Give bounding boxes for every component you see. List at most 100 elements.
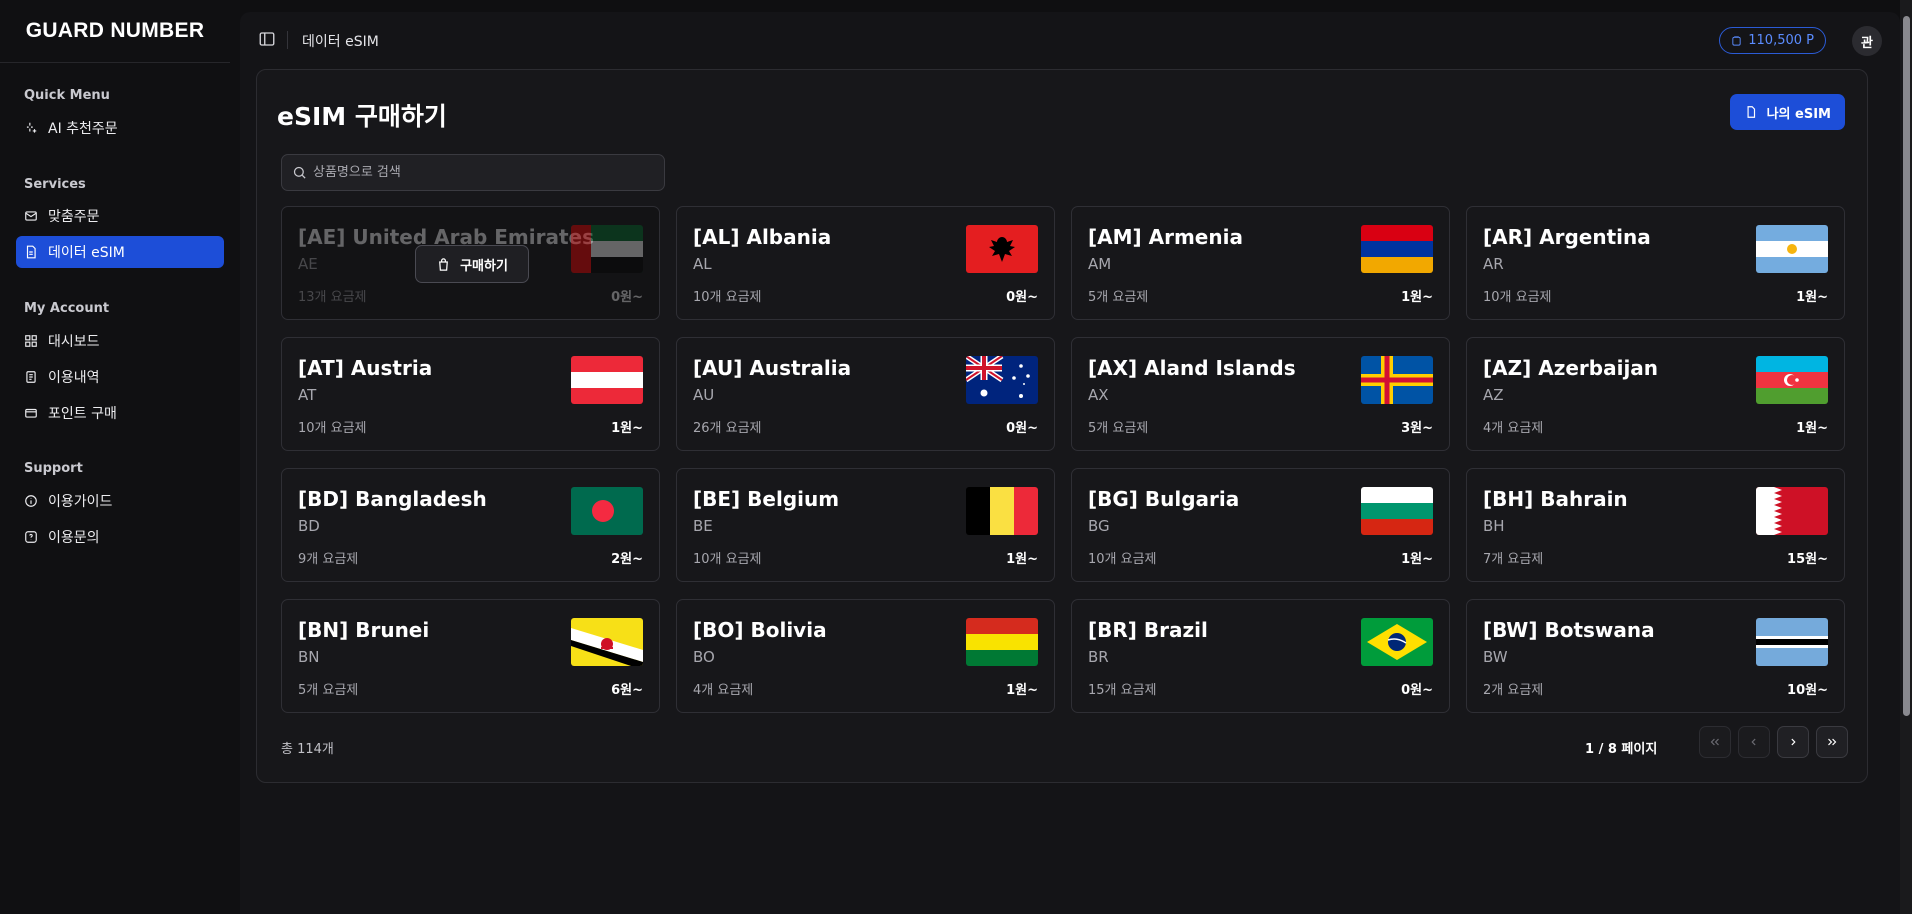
product-name: [AT] Austria: [298, 356, 433, 380]
page-title: eSIM 구매하기: [277, 102, 447, 131]
sidebar-item-label: 대시보드: [48, 334, 100, 350]
product-card-bg[interactable]: [BG] Bulgaria BG 10개 요금제 1원~: [1071, 468, 1450, 582]
sidebar-item-guide[interactable]: 이용가이드: [16, 485, 224, 517]
product-card-bd[interactable]: [BD] Bangladesh BD 9개 요금제 2원~: [281, 468, 660, 582]
sidebar-item-history[interactable]: 이용내역: [16, 361, 224, 393]
last-page-button[interactable]: [1816, 726, 1848, 758]
main-area: 데이터 eSIM 110,500 P 관 eSIM 구매하기 나의 eSIM […: [240, 12, 1900, 914]
price: 1원~: [611, 421, 643, 436]
product-card-ae[interactable]: [AE] United Arab Emirates AE 13개 요금제 0원~ 구매하…: [281, 206, 660, 320]
flag-az-icon: [1756, 356, 1828, 404]
my-esim-label: 나의 eSIM: [1766, 106, 1831, 122]
product-card-al[interactable]: [AL] Albania AL 10개 요금제 0원~: [676, 206, 1055, 320]
flag-bn-icon: [571, 618, 643, 666]
flag-al-icon: [966, 225, 1038, 273]
topbar: 데이터 eSIM 110,500 P 관: [240, 12, 1900, 69]
file-icon: [24, 245, 38, 259]
sidebar-item-buy-points[interactable]: 포인트 구매: [16, 397, 224, 429]
chevron-right-icon: [1791, 738, 1796, 746]
divider: [287, 31, 288, 49]
product-card-be[interactable]: [BE] Belgium BE 10개 요금제 1원~: [676, 468, 1055, 582]
product-name: [BO] Bolivia: [693, 618, 827, 642]
product-card-bw[interactable]: [BW] Botswana BW 2개 요금제 10원~: [1466, 599, 1845, 713]
breadcrumb: 데이터 eSIM: [302, 34, 379, 50]
grid-icon: [24, 334, 38, 348]
sidebar-item-label: 이용가이드: [48, 494, 113, 510]
plan-count: 26개 요금제: [693, 421, 762, 436]
product-card-at[interactable]: [AT] Austria AT 10개 요금제 1원~: [281, 337, 660, 451]
plan-count: 5개 요금제: [1088, 290, 1149, 305]
product-name: [BD] Bangladesh: [298, 487, 487, 511]
product-name: [BE] Belgium: [693, 487, 840, 511]
plan-count: 2개 요금제: [1483, 683, 1544, 698]
plan-count: 13개 요금제: [298, 290, 367, 305]
product-card-bo[interactable]: [BO] Bolivia BO 4개 요금제 1원~: [676, 599, 1055, 713]
price: 0원~: [611, 290, 643, 305]
price: 1원~: [1006, 683, 1038, 698]
product-code: AL: [693, 255, 712, 273]
sidebar-item-label: 맞춤주문: [48, 209, 100, 225]
brand-logo[interactable]: GUARD NUMBER: [0, 0, 230, 63]
product-code: AT: [298, 386, 317, 404]
plan-count: 4개 요금제: [1483, 421, 1544, 436]
flag-ax-icon: [1361, 356, 1433, 404]
page-info: 1 / 8 페이지: [1585, 742, 1658, 757]
price: 3원~: [1401, 421, 1433, 436]
search-input[interactable]: [313, 165, 653, 180]
product-card-bh[interactable]: [BH] Bahrain BH 7개 요금제 15원~: [1466, 468, 1845, 582]
plan-count: 4개 요금제: [693, 683, 754, 698]
product-card-ax[interactable]: [AX] Aland Islands AX 5개 요금제 3원~: [1071, 337, 1450, 451]
sidebar-item-data-esim[interactable]: 데이터 eSIM: [16, 236, 224, 268]
section-title-services: Services: [24, 177, 86, 192]
search-box[interactable]: [281, 154, 665, 191]
prev-page-button[interactable]: [1738, 726, 1770, 758]
product-card-au[interactable]: [AU] Australia AU 26개 요금제 0원~: [676, 337, 1055, 451]
product-code: BW: [1483, 648, 1508, 666]
sidebar-item-custom-order[interactable]: 맞춤주문: [16, 200, 224, 232]
buy-button[interactable]: 구매하기: [415, 245, 529, 283]
sidebar-item-inquiry[interactable]: 이용문의: [16, 521, 224, 553]
product-name: [AM] Armenia: [1088, 225, 1243, 249]
product-card-ar[interactable]: [AR] Argentina AR 10개 요금제 1원~: [1466, 206, 1845, 320]
flag-bw-icon: [1756, 618, 1828, 666]
plan-count: 5개 요금제: [298, 683, 359, 698]
price: 2원~: [611, 552, 643, 567]
product-code: BE: [693, 517, 713, 535]
plan-count: 10개 요금제: [1483, 290, 1552, 305]
points-badge[interactable]: 110,500 P: [1719, 27, 1826, 54]
flag-am-icon: [1361, 225, 1433, 273]
product-code: AR: [1483, 255, 1504, 273]
first-page-button[interactable]: [1699, 726, 1731, 758]
avatar[interactable]: 관: [1852, 26, 1882, 56]
sim-card-icon: [1747, 106, 1755, 118]
shopping-bag-icon: [439, 257, 449, 271]
product-card-bn[interactable]: [BN] Brunei BN 5개 요금제 6원~: [281, 599, 660, 713]
product-name: [BR] Brazil: [1088, 618, 1208, 642]
sidebar-toggle-icon[interactable]: [258, 30, 276, 48]
price: 0원~: [1006, 421, 1038, 436]
product-card-am[interactable]: [AM] Armenia AM 5개 요금제 1원~: [1071, 206, 1450, 320]
sidebar-item-dashboard[interactable]: 대시보드: [16, 325, 224, 357]
sidebar-item-ai-order[interactable]: AI 추천주문: [16, 112, 224, 144]
esim-panel: eSIM 구매하기 나의 eSIM [AE] United Arab Emira…: [256, 69, 1868, 783]
product-card-az[interactable]: [AZ] Azerbaijan AZ 4개 요금제 1원~: [1466, 337, 1845, 451]
chevrons-left-icon: [1710, 738, 1719, 746]
plan-count: 5개 요금제: [1088, 421, 1149, 436]
receipt-icon: [24, 370, 38, 384]
flag-bg-icon: [1361, 487, 1433, 535]
help-icon: [24, 530, 38, 544]
price: 1원~: [1796, 421, 1828, 436]
next-page-button[interactable]: [1777, 726, 1809, 758]
my-esim-button[interactable]: 나의 eSIM: [1729, 94, 1845, 130]
price: 1원~: [1401, 552, 1433, 567]
product-code: BH: [1483, 517, 1505, 535]
points-value: 110,500 P: [1748, 33, 1814, 48]
product-card-br[interactable]: [BR] Brazil BR 15개 요금제 0원~: [1071, 599, 1450, 713]
plan-count: 10개 요금제: [693, 290, 762, 305]
sidebar-item-label: AI 추천주문: [48, 121, 118, 137]
sidebar-item-label: 포인트 구매: [48, 406, 117, 422]
price: 1원~: [1006, 552, 1038, 567]
scrollbar-thumb[interactable]: [1903, 16, 1910, 716]
section-title-my-account: My Account: [24, 301, 110, 316]
page-scrollbar[interactable]: [1900, 0, 1912, 914]
